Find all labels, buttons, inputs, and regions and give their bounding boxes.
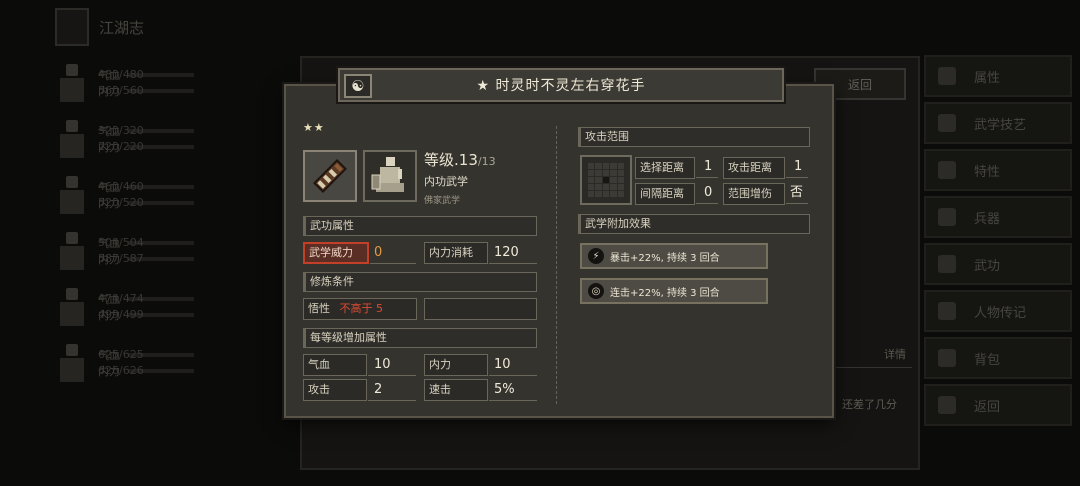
aoe-damage-label: 范围增伤 (723, 183, 785, 205)
menu-bag[interactable]: 背包 (924, 337, 1072, 379)
skill-item-slot[interactable] (303, 150, 357, 202)
effect-text: 暴击+22%, 持续 3 回合 (610, 252, 720, 264)
character-sprite-icon (54, 62, 90, 104)
mp-value: 220/220 (98, 140, 144, 153)
character-row[interactable]: 气血 460/460 内力 520/520 (54, 167, 294, 223)
mp-value: 560/560 (98, 84, 144, 97)
skills-icon (938, 114, 956, 132)
character-sprite-icon (54, 286, 90, 328)
skill-school: 佛家武学 (424, 196, 461, 206)
character-row[interactable]: 气血 480/480 内力 560/560 (54, 55, 294, 111)
effect-item: ⚡ 暴击+22%, 持续 3 回合 (580, 243, 768, 269)
menu-label: 返回 (974, 399, 1001, 415)
screen-header: 江湖志 (55, 8, 215, 46)
character-sprite-icon (54, 230, 90, 272)
mp-value: 626/626 (98, 364, 144, 377)
character-row[interactable]: 气血 504/504 内力 587/587 (54, 223, 294, 279)
combo-icon: ◎ (588, 283, 604, 299)
mp-value: 520/520 (98, 196, 144, 209)
menu-label: 兵器 (974, 211, 1001, 227)
character-row[interactable]: 气血 320/320 内力 220/220 (54, 111, 294, 167)
menu-label: 属性 (974, 70, 1001, 86)
menu-traits[interactable]: 特性 (924, 149, 1072, 191)
skill-character-slot[interactable] (363, 150, 417, 202)
attack-distance-underline (786, 156, 808, 178)
select-distance-underline (696, 156, 718, 178)
column-divider (556, 126, 557, 404)
menu-back[interactable]: 返回 (924, 384, 1072, 426)
per-level-attack-underline (368, 379, 416, 401)
section-attributes: 武功属性 (303, 216, 537, 236)
requirement-row: 悟性 不高于 5 (303, 298, 417, 320)
side-menu: 属性 武学技艺 特性 兵器 武功 人物传记 背包 返回 (924, 55, 1072, 431)
lightning-icon: ⚡ (588, 248, 604, 264)
bag-icon (938, 349, 956, 367)
per-level-mp-label: 内力 (424, 354, 488, 376)
book-icon (938, 302, 956, 320)
mp-cost-label: 内力消耗 (424, 242, 488, 264)
scroll-icon (313, 159, 347, 193)
mp-cost-underline (489, 242, 537, 264)
mp-value: 587/587 (98, 252, 144, 265)
per-level-mp-underline (489, 354, 537, 376)
range-grid-icon (580, 155, 632, 205)
scroll-icon (938, 255, 956, 273)
per-level-hp-underline (368, 354, 416, 376)
power-label: 武学威力 (303, 242, 369, 264)
requirement-value: 不高于 5 (339, 302, 384, 315)
gap-distance-underline (696, 182, 718, 204)
section-effects: 武学附加效果 (578, 214, 810, 234)
menu-label: 特性 (974, 164, 1001, 180)
menu-label: 武功 (974, 258, 1001, 274)
level-value: 13 (458, 151, 478, 169)
menu-label: 背包 (974, 352, 1001, 368)
book-icon (55, 8, 89, 46)
level-max: /13 (477, 155, 496, 168)
character-sprite-icon (54, 174, 90, 216)
per-level-attack-label: 攻击 (303, 379, 367, 401)
power-underline (370, 242, 416, 264)
menu-biography[interactable]: 人物传记 (924, 290, 1072, 332)
character-sprite-icon (54, 118, 90, 160)
menu-label: 武学技艺 (974, 117, 1027, 133)
section-range: 攻击范围 (578, 127, 810, 147)
character-row[interactable]: 气血 625/625 内力 626/626 (54, 335, 294, 391)
mp-value: 499/499 (98, 308, 144, 321)
select-distance-label: 选择距离 (635, 157, 695, 179)
requirement-empty-slot (424, 298, 537, 320)
skill-title-banner: ★ 时灵时不灵左右穿花手 (338, 68, 784, 102)
sword-icon (938, 208, 956, 226)
per-level-hp-label: 气血 (303, 354, 367, 376)
level-label: 等级. (424, 151, 459, 169)
menu-label: 人物传记 (974, 305, 1027, 321)
skill-title: ★ 时灵时不灵左右穿花手 (476, 78, 646, 94)
per-level-speed-label: 速击 (424, 379, 488, 401)
menu-attributes[interactable]: 属性 (924, 55, 1072, 97)
menu-skills[interactable]: 武学技艺 (924, 102, 1072, 144)
attack-distance-label: 攻击距离 (723, 157, 785, 179)
skill-level: 等级.13/13 (424, 149, 496, 170)
screen-title: 江湖志 (99, 18, 145, 37)
skill-type: 内功武学 (424, 175, 468, 188)
attributes-icon (938, 67, 956, 85)
aoe-damage-underline (786, 182, 808, 204)
requirement-label: 悟性 (308, 302, 330, 315)
effect-text: 连击+22%, 持续 3 回合 (610, 287, 720, 299)
character-list: 气血 480/480 内力 560/560 气血 320/320 内力 220/220 … (54, 55, 294, 391)
menu-weapons[interactable]: 兵器 (924, 196, 1072, 238)
per-level-speed-underline (489, 379, 537, 401)
door-icon (938, 396, 956, 414)
monk-figure-icon (371, 157, 404, 192)
traits-icon (938, 161, 956, 179)
section-requirements: 修炼条件 (303, 272, 537, 292)
yin-yang-icon: ☯ (344, 74, 372, 98)
section-per-level: 每等级增加属性 (303, 328, 537, 348)
skill-stars: ★★ (303, 121, 325, 134)
effect-item: ◎ 连击+22%, 持续 3 回合 (580, 278, 768, 304)
character-sprite-icon (54, 342, 90, 384)
gap-distance-label: 间隔距离 (635, 183, 695, 205)
character-row[interactable]: 气血 474/474 内力 499/499 (54, 279, 294, 335)
menu-martial-arts[interactable]: 武功 (924, 243, 1072, 285)
panel-note: 还差了几分 (842, 398, 897, 411)
